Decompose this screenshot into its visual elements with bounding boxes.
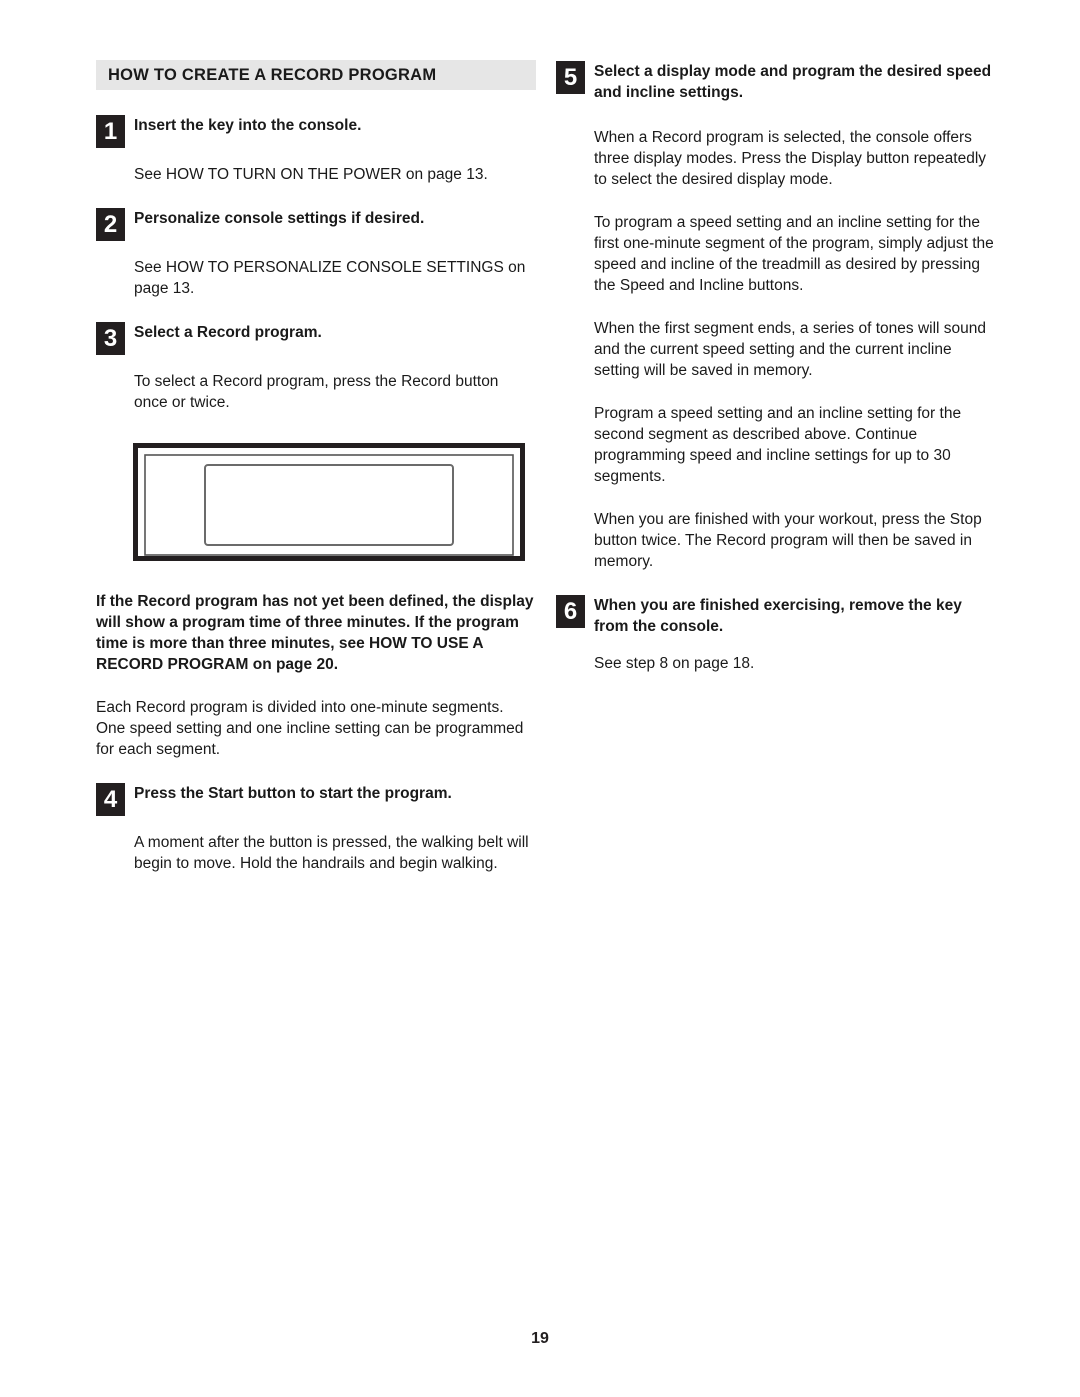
step-item-3: 3 Select a Record program. xyxy=(96,321,536,355)
step-body-1: See HOW TO TURN ON THE POWER on page 13. xyxy=(134,166,488,183)
step-number-badge-5: 5 xyxy=(556,61,585,94)
step-number-badge-4: 4 xyxy=(96,783,125,816)
manual-page: HOW TO CREATE A RECORD PROGRAM 1 Insert … xyxy=(0,0,1080,1397)
step-item-1: 1 Insert the key into the console. xyxy=(96,114,536,148)
step-body-6: See step 8 on page 18. xyxy=(594,655,755,672)
step-title-4: Press the Start button to start the prog… xyxy=(134,785,452,802)
step-title-1: Insert the key into the console. xyxy=(134,117,362,134)
step-body-5-p3: When the first segment ends, a series of… xyxy=(594,320,987,379)
step-item-4: 4 Press the Start button to start the pr… xyxy=(96,782,536,816)
step-title-6: When you are finished exercising, remove… xyxy=(594,597,962,635)
step-title-5: Select a display mode and program the de… xyxy=(594,63,992,101)
step-body-5-p4: Program a speed setting and an incline s… xyxy=(594,405,962,485)
section-title-banner: HOW TO CREATE A RECORD PROGRAM xyxy=(96,60,536,90)
step-body-5-p2: To program a speed setting and an inclin… xyxy=(594,214,994,294)
step-title-2: Personalize console settings if desired. xyxy=(134,210,425,227)
console-display-illustration xyxy=(133,443,525,561)
step-number-badge-1: 1 xyxy=(96,115,125,148)
left-column: HOW TO CREATE A RECORD PROGRAM 1 Insert … xyxy=(96,60,536,874)
right-column: 5 Select a display mode and program the … xyxy=(556,60,996,674)
record-program-bold-note: If the Record program has not yet been d… xyxy=(96,593,534,673)
step-item-6: 6 When you are finished exercising, remo… xyxy=(556,594,996,637)
step-body-5-p1: When a Record program is selected, the c… xyxy=(594,129,987,188)
step-body-3: To select a Record program, press the Re… xyxy=(134,373,499,411)
step-body-5-p5: When you are finished with your workout,… xyxy=(594,511,982,570)
step-title-3: Select a Record program. xyxy=(134,324,322,341)
step-number-badge-3: 3 xyxy=(96,322,125,355)
page-number: 19 xyxy=(531,1330,549,1347)
step-number-badge-6: 6 xyxy=(556,595,585,628)
step-item-5: 5 Select a display mode and program the … xyxy=(556,60,996,103)
step-number-badge-2: 2 xyxy=(96,208,125,241)
step-body-2: See HOW TO PERSONALIZE CONSOLE SETTINGS … xyxy=(134,259,526,297)
record-program-note-body: Each Record program is divided into one-… xyxy=(96,699,524,758)
step-body-4: A moment after the button is pressed, th… xyxy=(134,834,529,872)
step-item-2: 2 Personalize console settings if desire… xyxy=(96,207,536,241)
